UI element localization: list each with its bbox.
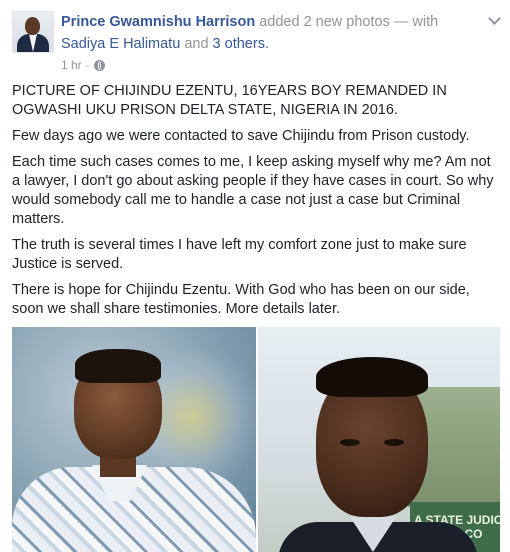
post-header-line-2: Sadiya E Halimatu and 3 others.	[61, 35, 269, 54]
photo-man-hair	[316, 357, 428, 397]
photo-grid: A STATE JUDIC STRATE CO	[12, 327, 500, 552]
post-paragraph: The truth is several times I have left m…	[12, 237, 467, 272]
post-timestamp-link[interactable]: 1 hr	[61, 57, 82, 73]
author-avatar[interactable]	[12, 11, 54, 53]
post-paragraph: Each time such cases comes to me, I keep…	[12, 154, 494, 227]
post-body: PICTURE OF CHIJINDU EZENTU, 16YEARS BOY …	[12, 82, 500, 326]
others-link[interactable]: 3 others.	[213, 36, 269, 52]
post-action-text: added 2 new photos — with	[259, 14, 439, 30]
globe-icon[interactable]	[93, 59, 105, 71]
photo-boy-hair	[75, 349, 161, 383]
and-text: and	[184, 36, 209, 52]
author-name-link[interactable]: Prince Gwamnishu Harrison	[61, 14, 255, 30]
post-header-line-1: Prince Gwamnishu Harrison added 2 new ph…	[61, 13, 438, 32]
post-paragraph: PICTURE OF CHIJINDU EZENTU, 16YEARS BOY …	[12, 83, 447, 118]
meta-separator: ·	[85, 58, 90, 72]
avatar-head	[25, 17, 40, 35]
facebook-post: Prince Gwamnishu Harrison added 2 new ph…	[0, 0, 510, 552]
photo-boy[interactable]	[12, 327, 256, 552]
tagged-person-link[interactable]: Sadiya E Halimatu	[61, 36, 180, 52]
post-paragraph: Few days ago we were contacted to save C…	[12, 128, 470, 144]
photo-man-left-eye	[340, 439, 360, 446]
post-meta: 1 hr ·	[61, 57, 105, 73]
photo-man-right-eye	[384, 439, 404, 446]
post-paragraph: There is hope for Chijindu Ezentu. With …	[12, 282, 470, 317]
photo-man[interactable]: A STATE JUDIC STRATE CO	[258, 327, 500, 552]
chevron-down-icon[interactable]	[486, 11, 502, 27]
